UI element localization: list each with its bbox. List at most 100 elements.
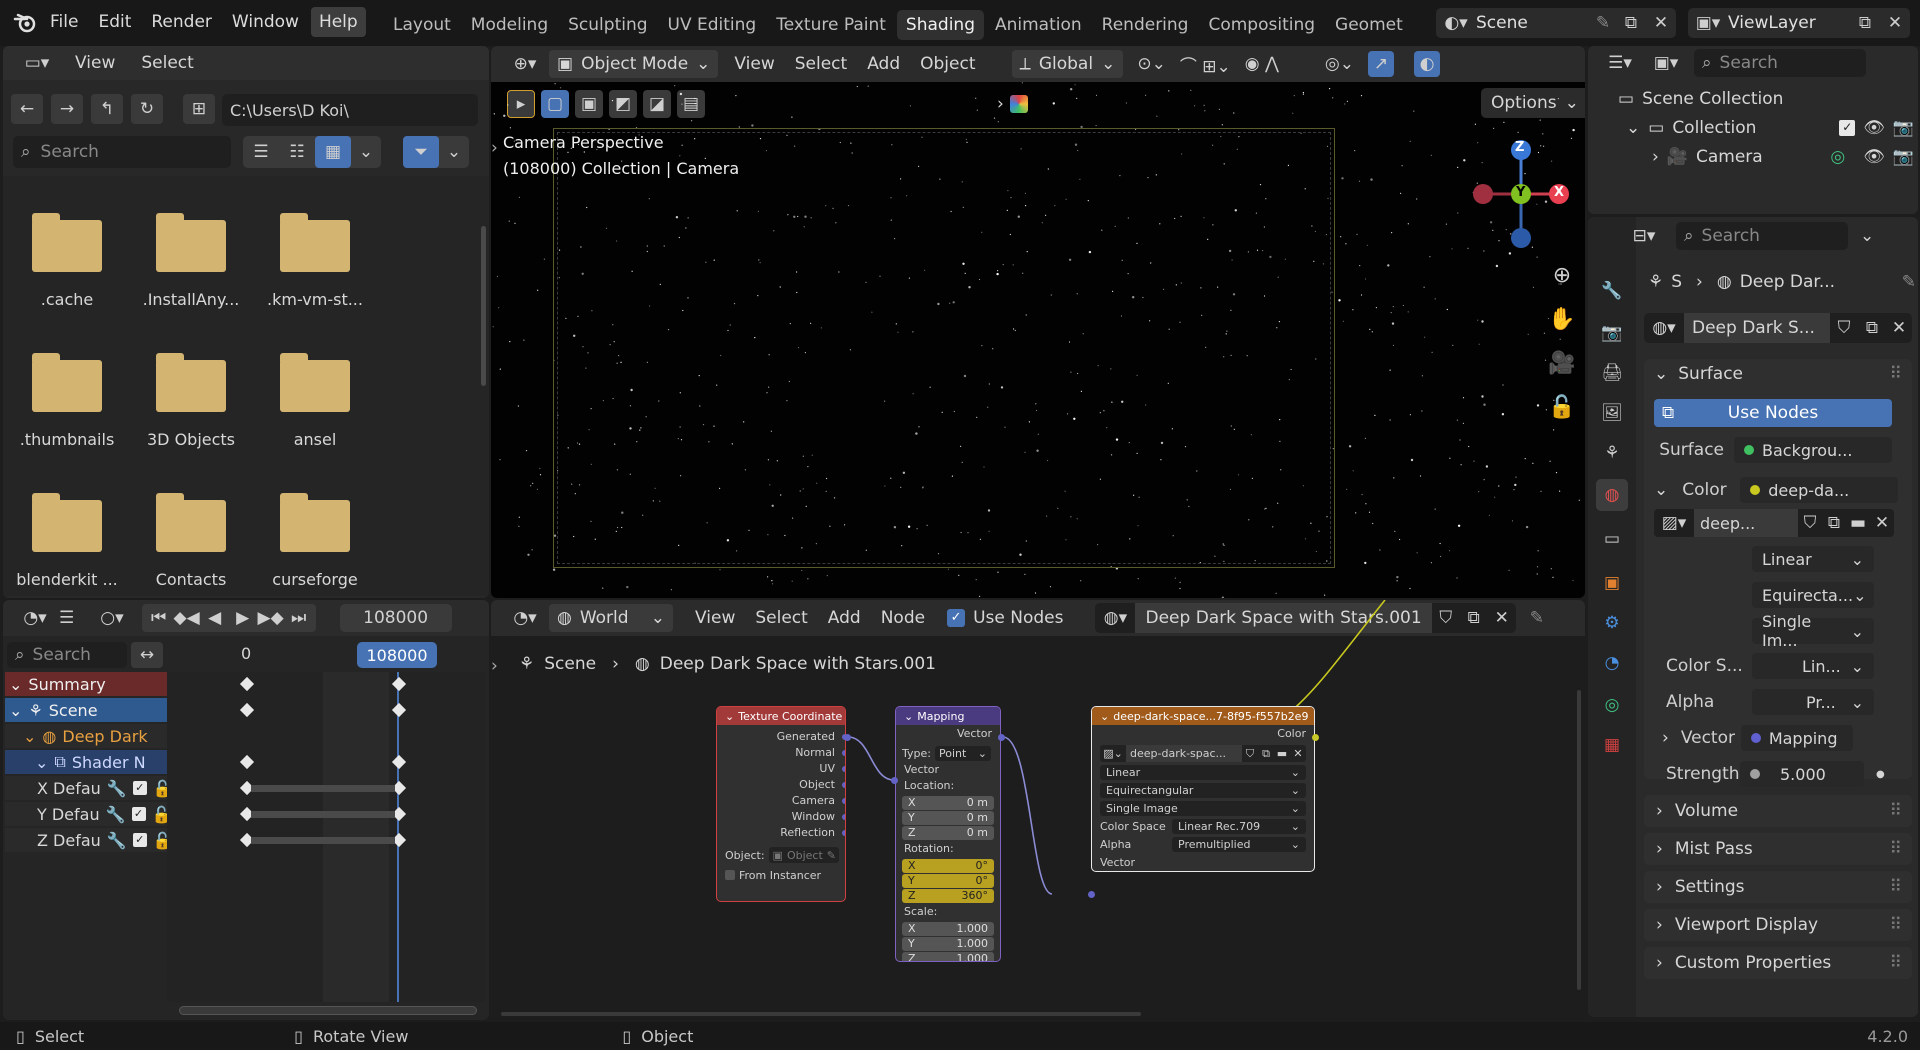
socket-mapping-vector-in[interactable] — [891, 777, 898, 784]
channel-enabled-checkbox[interactable]: ✓ — [132, 833, 147, 847]
tab-sculpting[interactable]: Sculpting — [559, 10, 656, 40]
ne-h-scrollbar[interactable] — [501, 1012, 1141, 1016]
folder-item[interactable]: .InstallAny... — [131, 176, 251, 309]
jump-end-icon[interactable]: ⏭ — [286, 608, 312, 628]
chevron-right-icon[interactable]: › — [1652, 147, 1659, 167]
chevron-down-icon[interactable]: ⌄ — [9, 675, 22, 694]
props-tab-render-icon[interactable]: 📷 — [1596, 317, 1628, 349]
drag-handle-icon[interactable]: ⠿ — [1890, 953, 1902, 973]
keyframe[interactable] — [239, 754, 255, 770]
vp-menu-view[interactable]: View — [734, 54, 774, 74]
fb-search-input[interactable]: ⌕ Search — [13, 136, 231, 168]
tab-modeling[interactable]: Modeling — [462, 10, 557, 40]
props-tab-tool-icon[interactable]: 🔧 — [1596, 275, 1628, 307]
drag-handle-icon[interactable]: ⠿ — [1890, 915, 1902, 935]
jump-start-icon[interactable]: ⏮ — [146, 608, 172, 628]
eye-icon[interactable]: 👁 — [1863, 118, 1885, 138]
drag-handle-icon[interactable]: ⠿ — [1890, 839, 1902, 859]
channel-search-input[interactable]: ⌕ Search — [7, 642, 127, 668]
mapping-node[interactable]: ⌄ Mapping Vector Type: Point ⌄ Vector Loc… — [895, 706, 1001, 962]
alpha-dropdown[interactable]: Pr... ⌄ — [1752, 689, 1874, 715]
chevron-right-icon[interactable]: › — [1662, 728, 1669, 748]
fake-user-shield-icon[interactable]: ⛉ — [1242, 747, 1258, 761]
menu-hamburger-icon[interactable]: ☰ — [59, 608, 74, 628]
mapping-scl-field[interactable]: Z 1.000 — [902, 952, 994, 961]
wrench-icon[interactable]: 🔧 — [106, 805, 126, 824]
keyframe[interactable] — [391, 754, 407, 770]
image-browse-icon[interactable]: ▨⌄ — [1100, 747, 1126, 760]
unlink-icon[interactable]: ✕ — [1870, 513, 1894, 533]
transform-orientation-dropdown[interactable]: ⟂ Global ⌄ — [1011, 50, 1124, 78]
props-tab-modifier-icon[interactable]: ⚙ — [1596, 607, 1628, 639]
unlink-icon[interactable]: ✕ — [1290, 747, 1306, 760]
environment-texture-node[interactable]: ⌄ deep-dark-space...7-8f95-f557b2e9 Colo… — [1091, 706, 1315, 872]
folder-item[interactable]: .cache — [7, 176, 127, 309]
timeline-editor-type-icon[interactable]: ◔▾ — [17, 608, 53, 628]
checkbox-icon[interactable]: ✓ — [1839, 120, 1856, 136]
props-tab-scene-icon[interactable]: ⚘ — [1596, 437, 1628, 469]
object-mode-dropdown[interactable]: ▣ Object Mode ⌄ — [549, 50, 719, 78]
image-node-datablock[interactable]: ▨⌄ deep-dark-spac... ⛉ ⧉ ▬ ✕ — [1100, 745, 1306, 762]
props-editor-type-icon[interactable]: ⊟▾ — [1624, 226, 1664, 246]
tab-compositing[interactable]: Compositing — [1199, 10, 1324, 40]
channel-enabled-checkbox[interactable]: ✓ — [131, 807, 146, 821]
proportional-edit-icon[interactable]: ◉ ⋀ — [1245, 54, 1279, 74]
surface-shader-dropdown[interactable]: Backgrou... — [1734, 437, 1892, 463]
pin-icon[interactable]: ✎ — [1590, 13, 1616, 33]
folder-item[interactable]: .thumbnails — [7, 316, 127, 449]
outliner-editor-type-icon[interactable]: ☰▾ — [1600, 53, 1640, 73]
socket-texcoord-out[interactable] — [842, 798, 845, 804]
timeline-channel[interactable]: ⌄ ◍ Deep Dark — [5, 724, 167, 748]
chevron-down-icon[interactable]: ⌄ — [1654, 480, 1668, 500]
camera-view-icon[interactable]: 🎥 — [1547, 348, 1577, 378]
mapping-loc-field[interactable]: X 0 m — [902, 796, 994, 810]
colorspace-dropdown[interactable]: Lin... ⌄ — [1752, 653, 1874, 679]
props-search-input[interactable]: ⌕ Search — [1676, 222, 1848, 250]
pivot-icon[interactable]: ⊙⌄ — [1137, 54, 1166, 74]
short-list-icon[interactable]: ☷ — [279, 142, 315, 162]
props-subpanel[interactable]: › Custom Properties ⠿ — [1644, 947, 1912, 979]
menu-render[interactable]: Render — [143, 7, 220, 37]
eye-icon[interactable]: 👁 — [1863, 147, 1885, 167]
fake-user-shield-icon[interactable]: ⛉ — [1798, 513, 1822, 533]
wrench-icon[interactable]: 🔧 — [107, 779, 127, 798]
scene-name[interactable]: Scene — [1476, 13, 1590, 33]
projection-dropdown[interactable]: Equirecta... ⌄ — [1752, 582, 1874, 608]
folder-item[interactable]: blenderkit ... — [7, 456, 127, 589]
fake-user-shield-icon[interactable]: ⛉ — [1830, 318, 1858, 338]
folder-item[interactable]: ansel — [255, 316, 375, 449]
socket-texcoord-out[interactable] — [842, 750, 845, 756]
lock-icon[interactable]: 🔓 — [152, 805, 167, 824]
prev-keyframe-icon[interactable]: ◆◀ — [174, 608, 200, 628]
refresh-button[interactable]: ↻ — [131, 94, 163, 124]
socket-mapping-vector-out[interactable] — [998, 734, 1005, 741]
new-folder-button[interactable]: ⊞ — [183, 94, 215, 124]
mapping-type-dropdown[interactable]: Point ⌄ — [934, 745, 991, 761]
timeline-channel[interactable]: Z Defau 🔧 ✓ 🔓 — [5, 828, 167, 852]
channel-enabled-checkbox[interactable]: ✓ — [132, 781, 147, 795]
chevron-down-icon[interactable]: ⌄ — [35, 753, 48, 772]
play-icon[interactable]: ▶ — [230, 608, 256, 628]
render-camera-icon[interactable]: 📷 — [1893, 118, 1914, 138]
tab-shading[interactable]: Shading — [896, 10, 984, 40]
blender-logo-icon[interactable] — [12, 9, 38, 35]
tab-texture-paint[interactable]: Texture Paint — [767, 10, 895, 40]
remove-view-layer-icon[interactable]: ✕ — [1880, 13, 1910, 33]
duplicate-icon[interactable]: ⧉ — [1858, 318, 1886, 338]
view-layer-name[interactable]: ViewLayer — [1728, 13, 1850, 33]
menu-edit[interactable]: Edit — [90, 7, 139, 37]
timeline-channel[interactable]: ⌄ ⧉ Shader N — [5, 750, 167, 774]
folder-item[interactable]: curseforge — [255, 456, 375, 589]
mapping-loc-field[interactable]: Y 0 m — [902, 811, 994, 825]
shader-node-editor[interactable]: ◔▾ ◍ World ⌄ View Select Add Node ✓ Use No… — [491, 600, 1585, 1020]
mapping-scl-field[interactable]: Y 1.000 — [902, 937, 994, 951]
lock-icon[interactable]: 🔓 — [153, 779, 167, 798]
image-datablock-name[interactable]: deep... — [1694, 509, 1798, 537]
props-tab-texture-icon[interactable]: ▦ — [1596, 729, 1628, 761]
eyedropper-icon[interactable]: ✎ — [827, 849, 836, 862]
filter-options-icon[interactable]: ⌄ — [439, 142, 469, 162]
texture-coordinate-node[interactable]: ⌄ Texture Coordinate Generated Normal UV Ob… — [716, 706, 846, 902]
fb-scrollbar[interactable] — [481, 226, 486, 386]
surface-panel-header[interactable]: ⌄ Surface ⠿ — [1644, 359, 1912, 389]
ne-v-scrollbar[interactable] — [1577, 690, 1581, 990]
